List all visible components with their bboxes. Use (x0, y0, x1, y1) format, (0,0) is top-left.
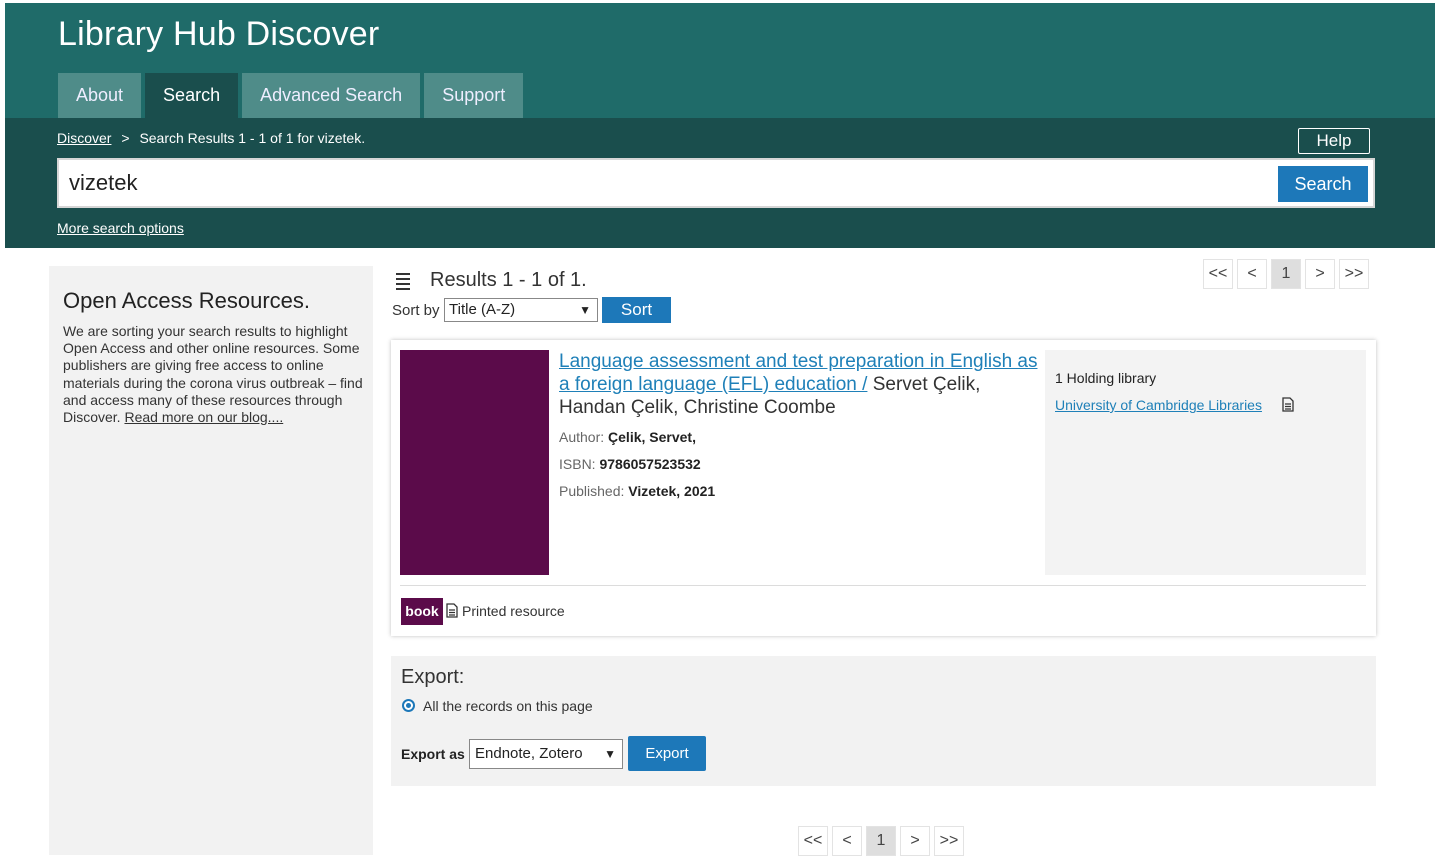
isbn-label: ISBN: (559, 456, 596, 472)
author-value: Çelik, Servet, (608, 429, 696, 445)
search-query-text[interactable]: vizetek (69, 170, 137, 196)
page-1-button[interactable]: 1 (866, 826, 896, 856)
tab-advanced-search[interactable]: Advanced Search (242, 73, 421, 118)
breadcrumb: Discover > Search Results 1 - 1 of 1 for… (57, 130, 365, 146)
export-format-value: Endnote, Zotero (475, 745, 583, 762)
book-cover[interactable] (400, 350, 549, 575)
tab-about[interactable]: About (58, 73, 142, 118)
record-isbn: ISBN: 9786057523532 (559, 456, 701, 472)
results-count: Results 1 - 1 of 1. (430, 269, 587, 291)
next-page-button[interactable]: > (900, 826, 930, 856)
export-panel: Export: All the records on this page Exp… (391, 656, 1376, 786)
help-button[interactable]: Help (1298, 128, 1370, 154)
record-title: Language assessment and test preparation… (559, 350, 1039, 419)
format-text: Printed resource (462, 603, 565, 619)
published-label: Published: (559, 483, 625, 499)
sort-button[interactable]: Sort (602, 297, 671, 323)
export-button[interactable]: Export (628, 736, 706, 771)
pagination-top: << < 1 > >> (1203, 259, 1369, 289)
author-label: Author: (559, 429, 605, 445)
site-header: Library Hub Discover About Search Advanc… (5, 3, 1435, 118)
search-button[interactable]: Search (1278, 166, 1368, 202)
search-input[interactable]: vizetek Search (57, 158, 1375, 208)
record-author: Author: Çelik, Servet, (559, 429, 696, 445)
export-as-label: Export as (401, 746, 465, 762)
chevron-down-icon: ▼ (604, 747, 616, 761)
page-1-button[interactable]: 1 (1271, 259, 1301, 289)
first-page-button[interactable]: << (1203, 259, 1233, 289)
list-view-icon[interactable] (392, 270, 414, 290)
breadcrumb-discover-link[interactable]: Discover (57, 130, 111, 146)
last-page-button[interactable]: >> (1339, 259, 1369, 289)
sort-select[interactable]: Title (A-Z) ▼ (444, 298, 598, 322)
pagination-bottom: << < 1 > >> (798, 826, 964, 856)
chevron-down-icon: ▼ (579, 303, 591, 317)
sort-label: Sort by (392, 302, 440, 319)
next-page-button[interactable]: > (1305, 259, 1335, 289)
holdings-panel: 1 Holding library University of Cambridg… (1045, 350, 1366, 575)
export-format-select[interactable]: Endnote, Zotero ▼ (469, 739, 623, 769)
sort-select-value: Title (A-Z) (449, 301, 516, 318)
open-access-sidebar: Open Access Resources. We are sorting yo… (49, 266, 373, 855)
breadcrumb-current: Search Results 1 - 1 of 1 for vizetek. (139, 130, 366, 146)
published-value: Vizetek, 2021 (628, 483, 716, 499)
all-records-label[interactable]: All the records on this page (423, 698, 593, 714)
printed-resource-icon (446, 603, 458, 623)
record-published: Published: Vizetek, 2021 (559, 483, 715, 499)
site-title[interactable]: Library Hub Discover (58, 15, 379, 54)
first-page-button[interactable]: << (798, 826, 828, 856)
search-band: Discover > Search Results 1 - 1 of 1 for… (5, 118, 1435, 248)
prev-page-button[interactable]: < (1237, 259, 1267, 289)
more-search-options-link[interactable]: More search options (57, 220, 184, 236)
isbn-value: 9786057523532 (599, 456, 701, 472)
card-divider (400, 585, 1366, 586)
tab-support[interactable]: Support (424, 73, 524, 118)
all-records-radio[interactable] (402, 699, 415, 712)
tab-search[interactable]: Search (145, 73, 239, 118)
breadcrumb-separator: > (121, 130, 130, 146)
document-icon (1282, 397, 1294, 417)
last-page-button[interactable]: >> (934, 826, 964, 856)
prev-page-button[interactable]: < (832, 826, 862, 856)
sidebar-text: We are sorting your search results to hi… (63, 323, 363, 426)
format-badge: book (401, 598, 443, 625)
holding-library-link[interactable]: University of Cambridge Libraries (1055, 397, 1262, 413)
holdings-title: 1 Holding library (1055, 370, 1157, 386)
result-card: Language assessment and test preparation… (391, 340, 1376, 636)
export-title: Export: (401, 666, 465, 688)
blog-link[interactable]: Read more on our blog.... (124, 409, 283, 425)
sidebar-title: Open Access Resources. (63, 288, 311, 313)
main-nav: About Search Advanced Search Support (58, 73, 527, 118)
